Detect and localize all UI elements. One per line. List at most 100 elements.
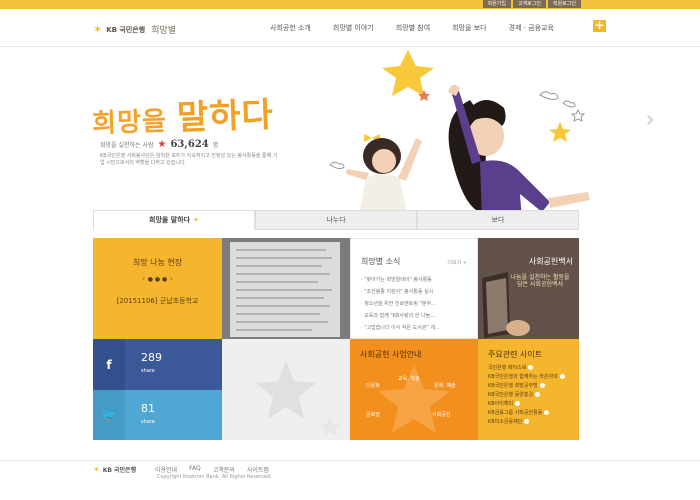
letter-photo-tile[interactable]	[222, 238, 350, 339]
nav-item-see-hope[interactable]: 희망을 보다	[452, 23, 486, 33]
related-item[interactable]: KB국민은행 희망공부방 ›	[488, 382, 565, 391]
tile-grid: 희망 나눔 현장 ‹ ● ● ● › [20151106] 군납초등학교 희망별…	[93, 238, 579, 440]
program-social[interactable]: 사회공헌	[432, 411, 450, 418]
book-illustration	[482, 272, 530, 338]
nav-item-intro[interactable]: 사회공헌 소개	[270, 23, 311, 33]
arrow-right-icon: ›	[515, 401, 521, 406]
twitter-label: share	[141, 419, 155, 425]
related-item[interactable]: KB미소금융재단 ›	[488, 418, 565, 427]
staff-login-link[interactable]: 직원로그인	[547, 0, 581, 8]
news-item[interactable]: · "찾아가는 희망릴레이" 봉사활동	[361, 274, 440, 286]
related-list: 국민은행 페이스북 › KB국민은행과 함께하는 라온아띠 › KB국민은행 희망공…	[488, 364, 565, 427]
news-more-link[interactable]: 더보기 +	[447, 259, 467, 266]
child-right-illustration	[448, 84, 590, 210]
volunteer-counter: 희망을 실천하는 사람 ★ 63,624 명	[100, 139, 218, 150]
facebook-icon: f	[93, 339, 125, 390]
nav-item-participate[interactable]: 희망별 참여	[396, 23, 430, 33]
program-global[interactable]: 글로벌	[366, 411, 380, 418]
news-list: · "찾아가는 희망릴레이" 봉사활동 · "조선봉종 지킴이" 봉사활동 실시…	[361, 274, 440, 334]
top-strip	[0, 0, 700, 9]
hero-banner: 희망을 말하다 희망을 실천하는 사람 ★ 63,624 명 KB국민은행 사회…	[0, 48, 700, 210]
footer-links: 이용안내 FAQ 고객문의 사이트맵	[155, 465, 269, 474]
news-item-text: 교육과 함께 "KB사랑의 한 나눔,...	[364, 313, 437, 319]
related-item-text: KB아이해피	[488, 401, 514, 407]
news-item[interactable]: · 교육과 함께 "KB사랑의 한 나눔,...	[361, 310, 440, 322]
counter-label: 희망을 실천하는 사람	[100, 142, 154, 149]
tab-speak-hope[interactable]: 희망을 말하다 ✦	[93, 210, 255, 230]
pager-dots: ● ● ●	[147, 276, 168, 283]
main-nav: 사회공헌 소개 희망별 이야기 희망별 참여 희망을 보다 경제 · 금융교육	[270, 23, 554, 33]
related-item[interactable]: 국민은행 페이스북 ›	[488, 364, 565, 373]
news-item-text: 청소년을 위한 진로멘토링 "분무...	[364, 301, 436, 307]
chevron-left-icon[interactable]: ‹	[142, 274, 145, 283]
news-title: 희망별 소식	[361, 257, 401, 266]
whitepaper-tile[interactable]: 사회공헌백서 나눔을 실천하는 활동을 담은 사회공헌백서	[478, 238, 579, 339]
small-star-icon	[549, 122, 571, 142]
chevron-right-icon[interactable]: ›	[170, 274, 173, 283]
program-title: 사회공헌 사업안내	[360, 350, 422, 359]
news-item[interactable]: · "고맙습니다 이식 작은 도서관" 개...	[361, 322, 440, 334]
footer-logo[interactable]: ✶ KB 국민은행	[93, 465, 136, 474]
facebook-label: share	[141, 368, 155, 374]
related-item-text: KB미소금융재단	[488, 419, 523, 425]
site-footer: ✶ KB 국민은행 이용안내 FAQ 고객문의 사이트맵 Copyright K…	[0, 460, 700, 500]
field-tile[interactable]: 희망 나눔 현장 ‹ ● ● ● › [20151106] 군납초등학교	[93, 238, 222, 339]
news-item[interactable]: · 청소년을 위한 진로멘토링 "분무...	[361, 298, 440, 310]
related-item-text: KB국민은행과 함께하는 라온아띠	[488, 374, 558, 380]
hero-star-icon	[382, 50, 434, 96]
site-logo[interactable]: ✶ KB 국민은행 희망별	[93, 23, 176, 36]
program-tile[interactable]: 사회공헌 사업안내 교육, 학술 다문화 문화, 예술 글로벌 사회공헌	[350, 339, 478, 440]
tab-share[interactable]: 나누다	[255, 210, 417, 230]
signup-link[interactable]: 회원가입	[482, 0, 511, 8]
tab-label: 희망을 말하다	[149, 216, 191, 224]
logo-brand: KB 국민은행	[106, 25, 146, 34]
arrow-right-icon: ›	[544, 410, 550, 415]
arrow-right-icon: ›	[528, 365, 534, 370]
kb-star-icon: ✶	[93, 23, 103, 36]
program-education[interactable]: 교육, 학술	[398, 375, 420, 382]
related-item[interactable]: KB아이해피 ›	[488, 400, 565, 409]
related-item[interactable]: KB국민은행과 함께하는 라온아띠 ›	[488, 373, 565, 382]
star-pattern	[256, 361, 340, 436]
tab-see[interactable]: 보다	[417, 210, 579, 230]
footer-link-sitemap[interactable]: 사이트맵	[247, 465, 269, 474]
twitter-share-tile[interactable]: 🐦 81 share	[93, 390, 222, 440]
all-menu-button[interactable]: +	[593, 19, 606, 32]
letter-photo	[222, 238, 350, 339]
decorative-tile	[222, 339, 350, 440]
footer-link-contact[interactable]: 고객문의	[213, 465, 235, 474]
news-item-text: "조선봉종 지킴이" 봉사활동 실시	[364, 289, 434, 295]
copyright: Copyright Kookmin Bank. All Rights Reser…	[157, 474, 272, 480]
whitepaper-title: 사회공헌백서	[528, 257, 573, 266]
related-item[interactable]: KB금융그룹 사회공헌활동 ›	[488, 409, 565, 418]
program-culture[interactable]: 문화, 예술	[434, 382, 456, 389]
chevron-right-icon[interactable]: ›	[645, 105, 655, 133]
footer-link-guide[interactable]: 이용안내	[155, 465, 177, 474]
facebook-share-tile[interactable]: f 289 share	[93, 339, 222, 390]
nav-item-education[interactable]: 경제 · 금융교육	[509, 23, 554, 33]
counter-unit: 명	[212, 142, 219, 149]
field-title: 희망 나눔 현장	[132, 258, 183, 267]
customer-login-link[interactable]: 고객로그인	[512, 0, 546, 8]
field-item[interactable]: [20151106] 군납초등학교	[93, 297, 222, 306]
related-item-text: KB금융그룹 사회공헌활동	[488, 410, 543, 416]
footer-link-faq[interactable]: FAQ	[189, 465, 201, 474]
arrow-right-icon: ›	[535, 392, 541, 397]
related-sites-tile: 주요관련 사이트 국민은행 페이스북 › KB국민은행과 함께하는 라온아띠 › K…	[478, 339, 579, 440]
program-multicultural[interactable]: 다문화	[366, 382, 380, 389]
twitter-icon: 🐦	[93, 390, 125, 440]
nav-item-story[interactable]: 희망별 이야기	[333, 23, 374, 33]
red-star-icon: ★	[157, 139, 167, 150]
child-left-illustration	[346, 138, 422, 210]
related-item-text: KB국민은행 동양홍걸	[488, 392, 534, 398]
logo-sub: 희망별	[151, 26, 177, 36]
related-title: 주요관련 사이트	[488, 350, 543, 359]
star-icon: ✦	[193, 216, 199, 224]
related-item-text: 국민은행 페이스북	[488, 365, 527, 371]
hero-title-small: 희망을	[91, 106, 178, 140]
related-item[interactable]: KB국민은행 동양홍걸 ›	[488, 391, 565, 400]
news-tile: 희망별 소식 더보기 + · "찾아가는 희망릴레이" 봉사활동 · "조선봉종…	[350, 238, 478, 339]
news-item[interactable]: · "조선봉종 지킴이" 봉사활동 실시	[361, 286, 440, 298]
section-tabs: 희망을 말하다 ✦ 나누다 보다	[93, 210, 579, 230]
kb-star-icon: ✶	[93, 465, 100, 474]
